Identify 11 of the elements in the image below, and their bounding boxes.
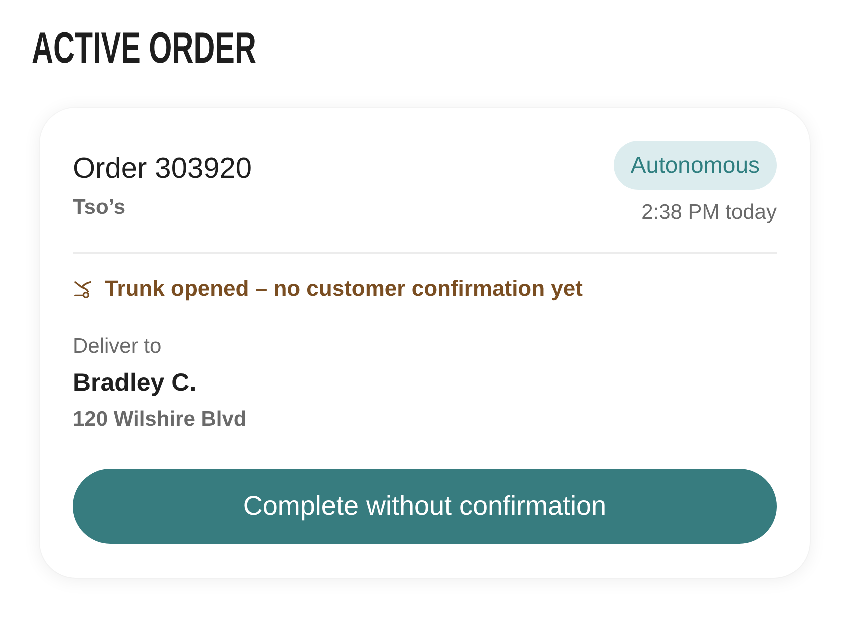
mode-badge: Autonomous [614, 141, 777, 190]
page-title: ACTIVE ORDER [32, 27, 256, 71]
restaurant-name: Tso’s [73, 195, 126, 221]
deliver-to-label: Deliver to [73, 334, 162, 360]
order-time: 2:38 PM today [642, 200, 777, 226]
order-number: Order 303920 [73, 152, 252, 187]
complete-button[interactable]: Complete without confirmation [73, 469, 777, 544]
delivery-address: 120 Wilshire Blvd [73, 407, 247, 433]
car-trunk-icon [74, 280, 93, 298]
customer-name: Bradley C. [73, 368, 197, 398]
alert-message: Trunk opened – no customer confirmation yet [105, 275, 583, 303]
